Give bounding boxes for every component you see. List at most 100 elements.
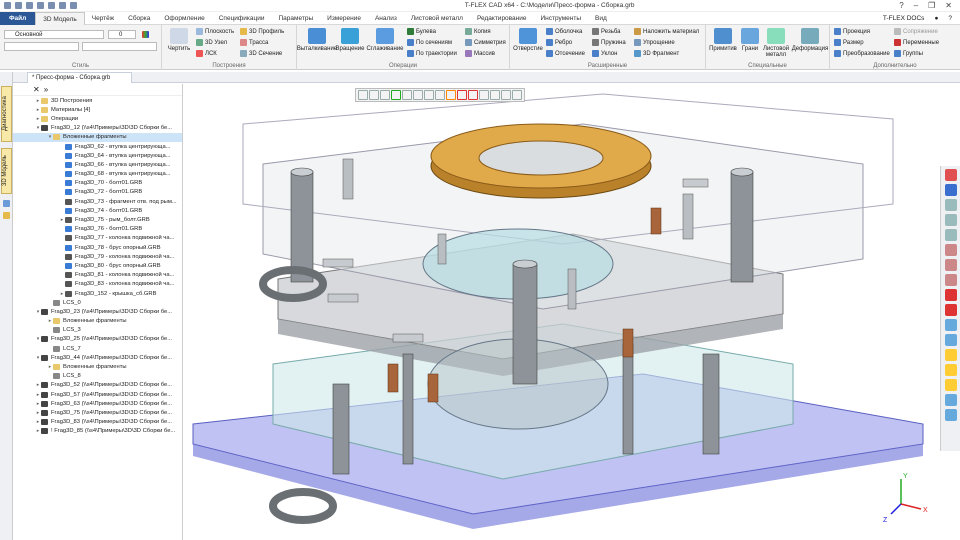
tree-item[interactable]: ▾ Frag3D_12 (\\s4\Примеры\3D\3D Сборки бе… <box>13 124 182 133</box>
tree-item[interactable]: ▸ Frag3D_75 - рым_болт.GRB <box>13 215 182 224</box>
section3d-button[interactable]: 3D Сечение <box>240 50 282 57</box>
check-icon[interactable] <box>391 90 401 100</box>
level-select[interactable]: 0 <box>108 30 136 39</box>
tab-11[interactable]: Вид <box>588 12 614 25</box>
tab-6[interactable]: Измерение <box>320 12 368 25</box>
user-icon[interactable]: ● <box>934 15 938 22</box>
paint-icon[interactable] <box>501 90 511 100</box>
copy-button[interactable]: Копия <box>465 28 491 35</box>
tree-item[interactable]: Frag3D_81 - колонка подвижной ча... <box>13 271 182 280</box>
display-mode-icon[interactable] <box>944 334 957 346</box>
symmetry-button[interactable]: Симметрия <box>465 39 506 46</box>
by-path-button[interactable]: По траектории <box>407 50 457 57</box>
docs-button[interactable]: T-FLEX DOCs <box>883 15 925 22</box>
maximize-icon[interactable]: ❐ <box>928 1 935 10</box>
tree-item[interactable]: ▸ 3D Построения <box>13 96 182 105</box>
line-style-select[interactable] <box>4 42 79 51</box>
filter-icon[interactable] <box>369 90 379 100</box>
material-view-icon[interactable] <box>944 364 957 376</box>
pan-icon[interactable] <box>944 244 957 256</box>
tab-3[interactable]: Оформление <box>157 12 211 25</box>
tab-7[interactable]: Анализ <box>368 12 404 25</box>
body-icon[interactable] <box>446 90 456 100</box>
tree-item[interactable]: Frag3D_72 - болт01.GRB <box>13 188 182 197</box>
sheet-metal-button[interactable]: Листовой металл <box>762 28 790 58</box>
tree-item[interactable]: Frag3D_79 - колонка подвижной ча... <box>13 252 182 261</box>
close-icon[interactable]: ✕ <box>945 1 952 10</box>
check-icon[interactable] <box>944 304 957 316</box>
tree-item[interactable]: Frag3D_78 - брус опорный.GRB <box>13 243 182 252</box>
print-icon[interactable] <box>70 2 77 9</box>
fragment-icon[interactable] <box>468 90 478 100</box>
lsk-button[interactable]: ЛСК <box>196 50 217 57</box>
primitive-button[interactable]: Примитив <box>708 28 738 52</box>
tree-item[interactable]: LCS_7 <box>13 344 182 353</box>
face-icon[interactable] <box>435 90 445 100</box>
magnet-icon[interactable] <box>944 184 957 196</box>
tree-item[interactable]: LCS_3 <box>13 326 182 335</box>
draw-button[interactable]: Чертить <box>167 28 191 52</box>
panel-icon[interactable] <box>3 212 10 219</box>
folder-icon[interactable] <box>944 379 957 391</box>
size-button[interactable]: Размер <box>834 39 864 46</box>
tree-item[interactable]: Frag3D_62 - втулка центрирующа... <box>13 142 182 151</box>
help-icon[interactable]: ? <box>899 1 903 10</box>
redo-icon[interactable] <box>59 2 66 9</box>
save-icon[interactable] <box>37 2 44 9</box>
tree-item[interactable]: ▸ Frag3D_83 (\\s4\Примеры\3D\3D Сборки бе… <box>13 418 182 427</box>
variables-button[interactable]: Переменные <box>894 39 939 46</box>
select-filter-icon[interactable] <box>358 90 368 100</box>
tab-2[interactable]: Сборка <box>121 12 157 25</box>
settings-icon[interactable] <box>944 409 957 421</box>
tree-item[interactable]: ▾ Frag3D_44 (\\s4\Примеры\3D\3D Сборки бе… <box>13 353 182 362</box>
open-icon[interactable] <box>26 2 33 9</box>
zoom-in-icon[interactable] <box>944 214 957 226</box>
panel-icon[interactable] <box>3 200 10 207</box>
tree-item[interactable]: ▸ Операции <box>13 114 182 123</box>
profile3d-button[interactable]: 3D Профиль <box>240 28 284 35</box>
tab-diagnostics[interactable]: Диагностика <box>1 86 12 142</box>
node3d-button[interactable]: 3D Узел <box>196 39 227 46</box>
tree-item[interactable]: Frag3D_77 - колонка подвижной ча... <box>13 234 182 243</box>
bool-button[interactable]: Булева <box>407 28 436 35</box>
tree-item[interactable]: ▸ Материалы [4] <box>13 105 182 114</box>
tree-item[interactable]: Frag3D_74 - болт01.GRB <box>13 206 182 215</box>
cutoff-button[interactable]: Отсечение <box>546 50 585 57</box>
tree-item[interactable]: Frag3D_80 - брус опорный.GRB <box>13 261 182 270</box>
tab-8[interactable]: Листовой металл <box>404 12 470 25</box>
tree-item[interactable]: Frag3D_70 - болт01.GRB <box>13 179 182 188</box>
tree-item[interactable]: LCS_0 <box>13 298 182 307</box>
spring-button[interactable]: Пружина <box>592 39 626 46</box>
tree-item[interactable]: ▸ Frag3D_75 (\\s4\Примеры\3D\3D Сборки бе… <box>13 408 182 417</box>
rotate-view-icon[interactable] <box>944 259 957 271</box>
path-button[interactable]: Трасса <box>240 39 268 46</box>
rotate-button[interactable]: Вращение <box>335 28 365 52</box>
tab-10[interactable]: Инструменты <box>534 12 589 25</box>
tree-item[interactable]: Frag3D_66 - втулка центрирующа... <box>13 160 182 169</box>
section-icon[interactable] <box>512 90 522 100</box>
document-tab[interactable]: * Пресс-форма - Сборка.grb <box>27 72 132 83</box>
rib-button[interactable]: Ребро <box>546 39 572 46</box>
edge-icon[interactable] <box>424 90 434 100</box>
standard-views-icon[interactable] <box>944 319 957 331</box>
tree-item[interactable]: Frag3D_73 - фрагмент отв. под рым... <box>13 197 182 206</box>
tree-item[interactable]: ▾ Frag3D_25 (\\s4\Примеры\3D\3D Сборки бе… <box>13 335 182 344</box>
new-icon[interactable] <box>15 2 22 9</box>
tab-9[interactable]: Редактирование <box>470 12 534 25</box>
tree-item[interactable]: Frag3D_68 - втулка центрирующа... <box>13 170 182 179</box>
extrude-button[interactable]: Выталкивание <box>297 28 337 52</box>
app-icon[interactable] <box>4 2 11 9</box>
section-view-icon[interactable] <box>944 289 957 301</box>
tree-item[interactable]: Frag3D_76 - болт01.GRB <box>13 225 182 234</box>
operation-icon[interactable] <box>457 90 467 100</box>
zoom-all-icon[interactable] <box>944 199 957 211</box>
material-button[interactable]: Наложить материал <box>634 28 699 35</box>
tab-3d-model[interactable]: 3D Модель <box>1 148 12 194</box>
tree-item[interactable]: ▸! Frag3D_85 (\\s4\Примеры\3D\3D Сборки … <box>13 427 182 436</box>
camera-icon[interactable] <box>944 394 957 406</box>
slope-button[interactable]: Уклон <box>592 50 617 57</box>
projection-button[interactable]: Проекция <box>834 28 870 35</box>
collapse-icon[interactable]: » <box>44 85 48 94</box>
layer-select[interactable]: Основной <box>4 30 104 39</box>
tree-item[interactable]: ▸ Frag3D_63 (\\s4\Примеры\3D\3D Сборки бе… <box>13 399 182 408</box>
